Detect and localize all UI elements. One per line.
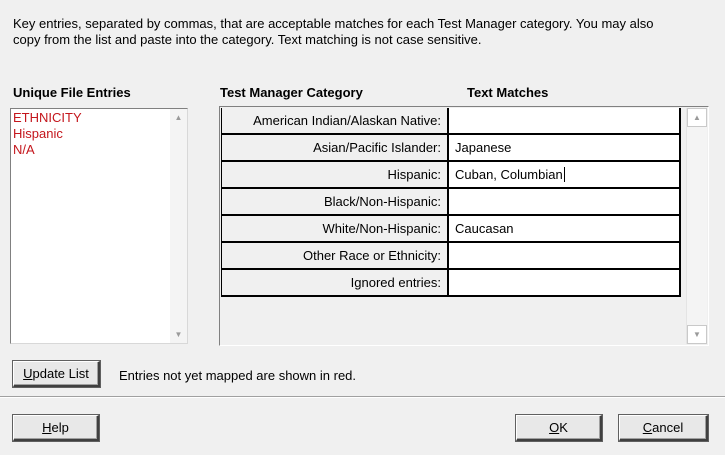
scroll-up-icon[interactable]: ▲ bbox=[687, 108, 707, 127]
help-button[interactable]: Help bbox=[13, 415, 99, 441]
list-item[interactable]: N/A bbox=[13, 142, 82, 158]
list-item[interactable]: Hispanic bbox=[13, 126, 82, 142]
text-matches-field[interactable] bbox=[449, 189, 681, 214]
table-row: Hispanic: Cuban, Columbian bbox=[221, 162, 681, 189]
category-label: American Indian/Alaskan Native: bbox=[222, 108, 449, 133]
table-row: Black/Non-Hispanic: bbox=[221, 189, 681, 216]
text-matches-field[interactable] bbox=[449, 270, 681, 295]
update-list-button[interactable]: Update List bbox=[13, 361, 100, 387]
scroll-up-icon[interactable]: ▲ bbox=[170, 109, 187, 126]
table-row: White/Non-Hispanic: Caucasan bbox=[221, 216, 681, 243]
unique-entries-items: ETHNICITY Hispanic N/A bbox=[13, 110, 82, 158]
ok-mnemonic: O bbox=[549, 420, 560, 435]
ok-label: K bbox=[559, 420, 568, 435]
grid-scrollbar[interactable]: ▲ ▼ bbox=[686, 108, 707, 344]
category-label: Asian/Pacific Islander: bbox=[222, 135, 449, 160]
text-caret bbox=[563, 167, 565, 182]
category-label: Other Race or Ethnicity: bbox=[222, 243, 449, 268]
category-label: Ignored entries: bbox=[222, 270, 449, 295]
text-matches-header: Text Matches bbox=[467, 85, 549, 100]
table-row: Ignored entries: bbox=[221, 270, 681, 297]
text-matches-field[interactable] bbox=[449, 243, 681, 268]
ok-button[interactable]: OK bbox=[516, 415, 602, 441]
help-label: elp bbox=[51, 420, 69, 435]
unmapped-note: Entries not yet mapped are shown in red. bbox=[119, 368, 357, 383]
text-matches-field[interactable] bbox=[449, 108, 681, 133]
scroll-down-icon[interactable]: ▼ bbox=[687, 325, 707, 344]
update-list-mnemonic: U bbox=[23, 366, 33, 381]
instructions-line-2: copy from the list and paste into the ca… bbox=[13, 32, 482, 47]
scroll-down-icon[interactable]: ▼ bbox=[170, 326, 187, 343]
separator bbox=[0, 396, 725, 398]
list-item[interactable]: ETHNICITY bbox=[13, 110, 82, 126]
update-list-label: pdate List bbox=[32, 366, 89, 381]
text-matches-field-active[interactable]: Cuban, Columbian bbox=[449, 162, 681, 187]
category-label: Black/Non-Hispanic: bbox=[222, 189, 449, 214]
instructions-text: Key entries, separated by commas, that a… bbox=[13, 16, 713, 48]
cancel-button[interactable]: Cancel bbox=[619, 415, 708, 441]
cancel-mnemonic: C bbox=[642, 420, 653, 435]
unique-entries-listbox[interactable]: ETHNICITY Hispanic N/A ▲ ▼ bbox=[10, 108, 188, 344]
help-mnemonic: H bbox=[42, 420, 52, 435]
text-matches-field[interactable]: Caucasan bbox=[449, 216, 681, 241]
instructions-line-1: Key entries, separated by commas, that a… bbox=[13, 16, 654, 31]
unique-file-entries-header: Unique File Entries bbox=[13, 85, 131, 100]
table-row: Other Race or Ethnicity: bbox=[221, 243, 681, 270]
table-row: American Indian/Alaskan Native: bbox=[221, 108, 681, 135]
text-matches-field[interactable]: Japanese bbox=[449, 135, 681, 160]
category-label: Hispanic: bbox=[222, 162, 449, 187]
test-manager-category-header: Test Manager Category bbox=[220, 85, 363, 100]
category-rows: American Indian/Alaskan Native: Asian/Pa… bbox=[221, 108, 681, 297]
category-label: White/Non-Hispanic: bbox=[222, 216, 449, 241]
text-matches-value: Cuban, Columbian bbox=[455, 167, 563, 182]
category-grid: American Indian/Alaskan Native: Asian/Pa… bbox=[219, 106, 709, 346]
cancel-label: ancel bbox=[652, 420, 684, 435]
table-row: Asian/Pacific Islander: Japanese bbox=[221, 135, 681, 162]
listbox-scrollbar[interactable]: ▲ ▼ bbox=[170, 109, 187, 343]
